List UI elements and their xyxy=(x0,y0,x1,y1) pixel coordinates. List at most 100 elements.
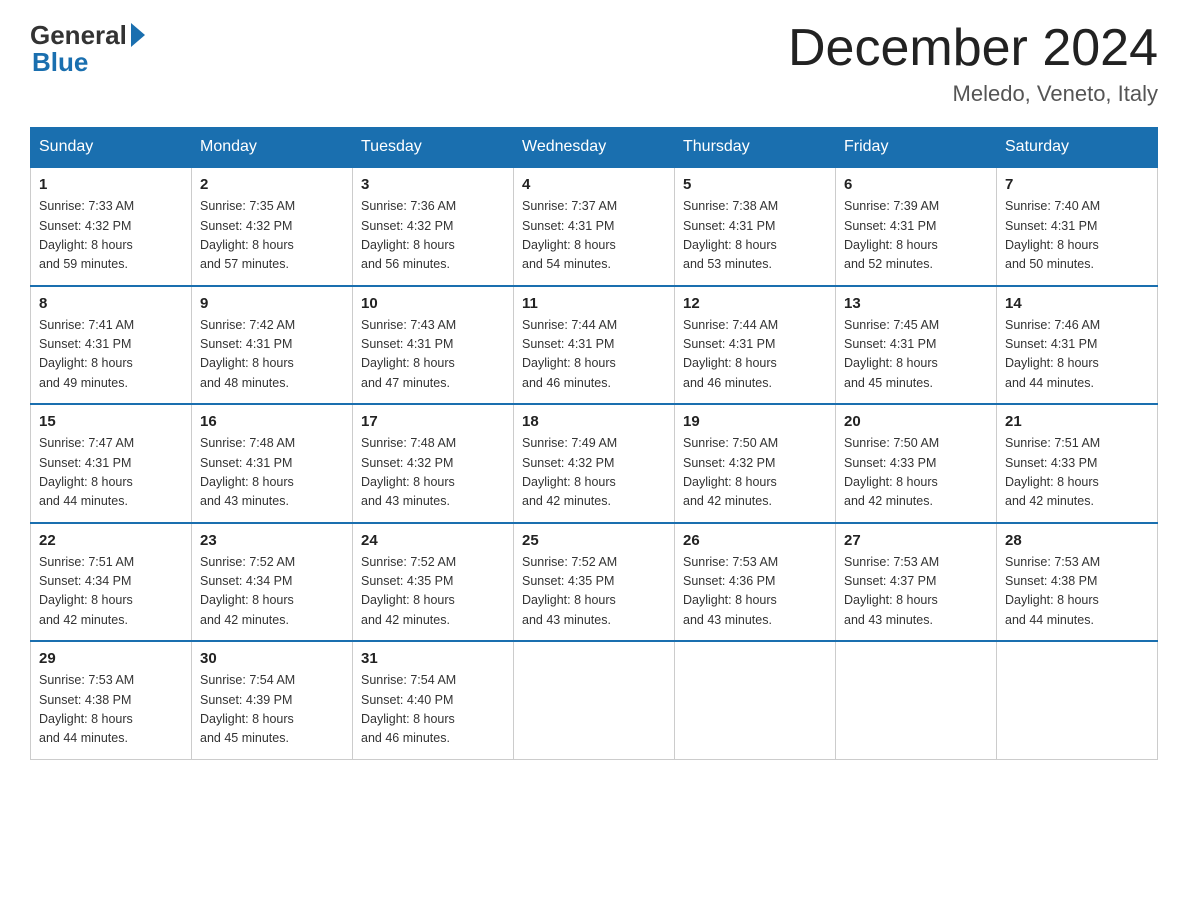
day-number: 23 xyxy=(200,532,344,549)
calendar-cell: 25 Sunrise: 7:52 AM Sunset: 4:35 PM Dayl… xyxy=(514,523,675,642)
day-info: Sunrise: 7:44 AM Sunset: 4:31 PM Dayligh… xyxy=(522,316,666,394)
day-info: Sunrise: 7:53 AM Sunset: 4:38 PM Dayligh… xyxy=(1005,553,1149,631)
day-number: 9 xyxy=(200,295,344,312)
calendar-cell: 2 Sunrise: 7:35 AM Sunset: 4:32 PM Dayli… xyxy=(192,167,353,286)
calendar-week-5: 29 Sunrise: 7:53 AM Sunset: 4:38 PM Dayl… xyxy=(31,641,1158,759)
calendar-table: SundayMondayTuesdayWednesdayThursdayFrid… xyxy=(30,127,1158,760)
day-info: Sunrise: 7:39 AM Sunset: 4:31 PM Dayligh… xyxy=(844,197,988,275)
day-info: Sunrise: 7:50 AM Sunset: 4:32 PM Dayligh… xyxy=(683,434,827,512)
day-number: 30 xyxy=(200,650,344,667)
calendar-cell: 19 Sunrise: 7:50 AM Sunset: 4:32 PM Dayl… xyxy=(675,404,836,523)
day-number: 28 xyxy=(1005,532,1149,549)
calendar-cell: 6 Sunrise: 7:39 AM Sunset: 4:31 PM Dayli… xyxy=(836,167,997,286)
calendar-week-2: 8 Sunrise: 7:41 AM Sunset: 4:31 PM Dayli… xyxy=(31,286,1158,405)
calendar-cell: 3 Sunrise: 7:36 AM Sunset: 4:32 PM Dayli… xyxy=(353,167,514,286)
day-info: Sunrise: 7:50 AM Sunset: 4:33 PM Dayligh… xyxy=(844,434,988,512)
calendar-cell xyxy=(675,641,836,759)
page-header: General Blue December 2024 Meledo, Venet… xyxy=(30,20,1158,107)
day-info: Sunrise: 7:36 AM Sunset: 4:32 PM Dayligh… xyxy=(361,197,505,275)
day-info: Sunrise: 7:51 AM Sunset: 4:34 PM Dayligh… xyxy=(39,553,183,631)
day-number: 5 xyxy=(683,176,827,193)
calendar-cell xyxy=(836,641,997,759)
day-number: 12 xyxy=(683,295,827,312)
day-info: Sunrise: 7:45 AM Sunset: 4:31 PM Dayligh… xyxy=(844,316,988,394)
day-number: 4 xyxy=(522,176,666,193)
day-info: Sunrise: 7:52 AM Sunset: 4:35 PM Dayligh… xyxy=(522,553,666,631)
location-text: Meledo, Veneto, Italy xyxy=(788,81,1158,107)
day-info: Sunrise: 7:38 AM Sunset: 4:31 PM Dayligh… xyxy=(683,197,827,275)
month-title: December 2024 xyxy=(788,20,1158,77)
day-info: Sunrise: 7:53 AM Sunset: 4:38 PM Dayligh… xyxy=(39,671,183,749)
calendar-cell: 4 Sunrise: 7:37 AM Sunset: 4:31 PM Dayli… xyxy=(514,167,675,286)
day-info: Sunrise: 7:53 AM Sunset: 4:37 PM Dayligh… xyxy=(844,553,988,631)
day-number: 20 xyxy=(844,413,988,430)
day-number: 31 xyxy=(361,650,505,667)
day-info: Sunrise: 7:52 AM Sunset: 4:34 PM Dayligh… xyxy=(200,553,344,631)
day-info: Sunrise: 7:43 AM Sunset: 4:31 PM Dayligh… xyxy=(361,316,505,394)
calendar-cell: 23 Sunrise: 7:52 AM Sunset: 4:34 PM Dayl… xyxy=(192,523,353,642)
calendar-cell: 12 Sunrise: 7:44 AM Sunset: 4:31 PM Dayl… xyxy=(675,286,836,405)
column-header-monday: Monday xyxy=(192,128,353,168)
calendar-cell: 7 Sunrise: 7:40 AM Sunset: 4:31 PM Dayli… xyxy=(997,167,1158,286)
calendar-cell xyxy=(997,641,1158,759)
day-number: 8 xyxy=(39,295,183,312)
day-info: Sunrise: 7:33 AM Sunset: 4:32 PM Dayligh… xyxy=(39,197,183,275)
day-number: 2 xyxy=(200,176,344,193)
calendar-cell: 29 Sunrise: 7:53 AM Sunset: 4:38 PM Dayl… xyxy=(31,641,192,759)
day-number: 15 xyxy=(39,413,183,430)
day-info: Sunrise: 7:48 AM Sunset: 4:32 PM Dayligh… xyxy=(361,434,505,512)
calendar-cell: 31 Sunrise: 7:54 AM Sunset: 4:40 PM Dayl… xyxy=(353,641,514,759)
calendar-cell: 28 Sunrise: 7:53 AM Sunset: 4:38 PM Dayl… xyxy=(997,523,1158,642)
day-number: 6 xyxy=(844,176,988,193)
calendar-cell: 9 Sunrise: 7:42 AM Sunset: 4:31 PM Dayli… xyxy=(192,286,353,405)
calendar-cell: 14 Sunrise: 7:46 AM Sunset: 4:31 PM Dayl… xyxy=(997,286,1158,405)
day-number: 25 xyxy=(522,532,666,549)
calendar-cell: 18 Sunrise: 7:49 AM Sunset: 4:32 PM Dayl… xyxy=(514,404,675,523)
calendar-cell: 5 Sunrise: 7:38 AM Sunset: 4:31 PM Dayli… xyxy=(675,167,836,286)
day-info: Sunrise: 7:46 AM Sunset: 4:31 PM Dayligh… xyxy=(1005,316,1149,394)
day-number: 22 xyxy=(39,532,183,549)
day-info: Sunrise: 7:52 AM Sunset: 4:35 PM Dayligh… xyxy=(361,553,505,631)
day-number: 18 xyxy=(522,413,666,430)
calendar-week-3: 15 Sunrise: 7:47 AM Sunset: 4:31 PM Dayl… xyxy=(31,404,1158,523)
day-number: 19 xyxy=(683,413,827,430)
column-header-friday: Friday xyxy=(836,128,997,168)
title-section: December 2024 Meledo, Veneto, Italy xyxy=(788,20,1158,107)
day-number: 21 xyxy=(1005,413,1149,430)
calendar-cell: 11 Sunrise: 7:44 AM Sunset: 4:31 PM Dayl… xyxy=(514,286,675,405)
calendar-cell: 1 Sunrise: 7:33 AM Sunset: 4:32 PM Dayli… xyxy=(31,167,192,286)
calendar-cell: 22 Sunrise: 7:51 AM Sunset: 4:34 PM Dayl… xyxy=(31,523,192,642)
column-header-tuesday: Tuesday xyxy=(353,128,514,168)
day-number: 17 xyxy=(361,413,505,430)
logo: General Blue xyxy=(30,20,145,78)
logo-arrow-icon xyxy=(131,23,145,47)
calendar-cell: 20 Sunrise: 7:50 AM Sunset: 4:33 PM Dayl… xyxy=(836,404,997,523)
calendar-cell: 26 Sunrise: 7:53 AM Sunset: 4:36 PM Dayl… xyxy=(675,523,836,642)
day-info: Sunrise: 7:54 AM Sunset: 4:39 PM Dayligh… xyxy=(200,671,344,749)
calendar-cell: 15 Sunrise: 7:47 AM Sunset: 4:31 PM Dayl… xyxy=(31,404,192,523)
day-number: 14 xyxy=(1005,295,1149,312)
day-number: 26 xyxy=(683,532,827,549)
day-info: Sunrise: 7:42 AM Sunset: 4:31 PM Dayligh… xyxy=(200,316,344,394)
day-number: 1 xyxy=(39,176,183,193)
day-number: 29 xyxy=(39,650,183,667)
day-number: 16 xyxy=(200,413,344,430)
calendar-cell xyxy=(514,641,675,759)
calendar-cell: 27 Sunrise: 7:53 AM Sunset: 4:37 PM Dayl… xyxy=(836,523,997,642)
day-number: 27 xyxy=(844,532,988,549)
day-number: 24 xyxy=(361,532,505,549)
calendar-header-row: SundayMondayTuesdayWednesdayThursdayFrid… xyxy=(31,128,1158,168)
calendar-cell: 13 Sunrise: 7:45 AM Sunset: 4:31 PM Dayl… xyxy=(836,286,997,405)
column-header-saturday: Saturday xyxy=(997,128,1158,168)
day-number: 13 xyxy=(844,295,988,312)
day-info: Sunrise: 7:37 AM Sunset: 4:31 PM Dayligh… xyxy=(522,197,666,275)
calendar-week-4: 22 Sunrise: 7:51 AM Sunset: 4:34 PM Dayl… xyxy=(31,523,1158,642)
day-info: Sunrise: 7:44 AM Sunset: 4:31 PM Dayligh… xyxy=(683,316,827,394)
day-number: 3 xyxy=(361,176,505,193)
calendar-cell: 8 Sunrise: 7:41 AM Sunset: 4:31 PM Dayli… xyxy=(31,286,192,405)
calendar-cell: 21 Sunrise: 7:51 AM Sunset: 4:33 PM Dayl… xyxy=(997,404,1158,523)
day-number: 10 xyxy=(361,295,505,312)
day-info: Sunrise: 7:48 AM Sunset: 4:31 PM Dayligh… xyxy=(200,434,344,512)
day-number: 11 xyxy=(522,295,666,312)
calendar-cell: 10 Sunrise: 7:43 AM Sunset: 4:31 PM Dayl… xyxy=(353,286,514,405)
